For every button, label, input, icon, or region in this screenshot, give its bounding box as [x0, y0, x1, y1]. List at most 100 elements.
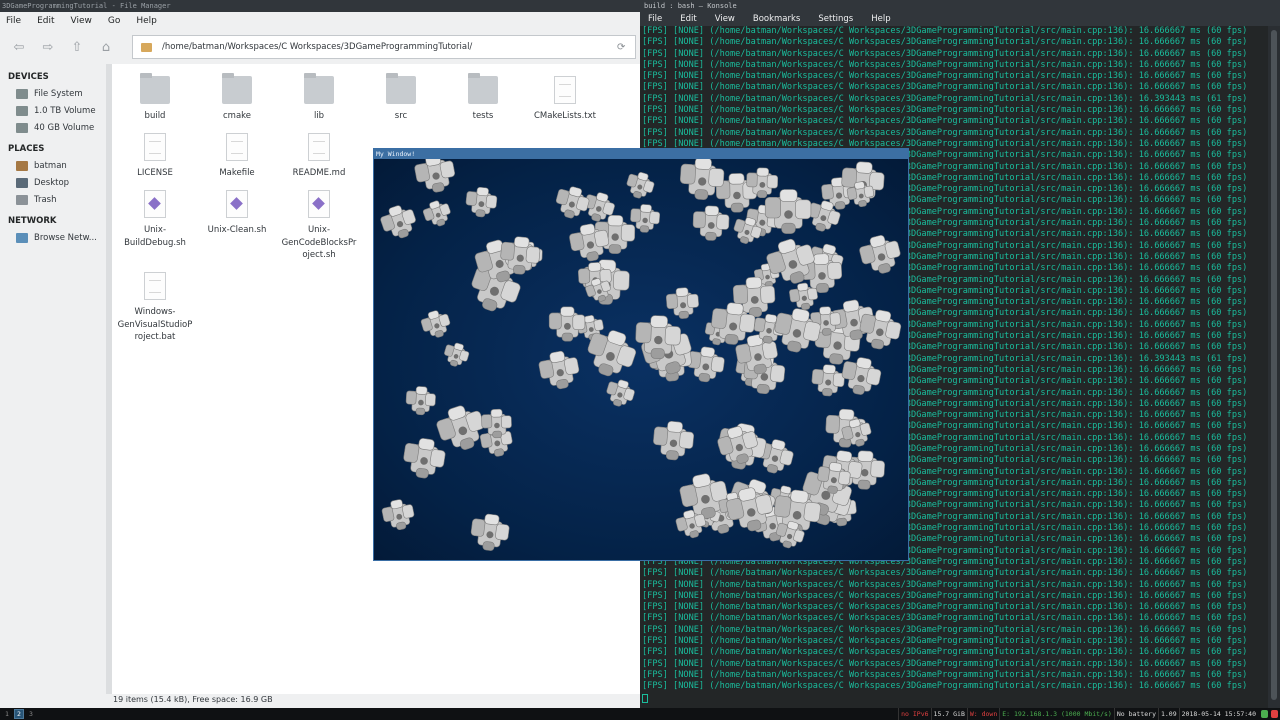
- file-item-unix-clean[interactable]: Unix-Clean.sh: [196, 190, 278, 237]
- workspace-button[interactable]: 1: [2, 709, 12, 719]
- sidebar-item-label: File System: [34, 88, 83, 99]
- file-name: LICENSE: [137, 168, 173, 178]
- file-item-license[interactable]: LICENSE: [114, 133, 196, 180]
- sidebar-item-desktop[interactable]: Desktop: [0, 174, 106, 191]
- rendered-meshes: [380, 159, 902, 551]
- terminal-line: [FPS] [NONE] (/home/batman/Workspaces/C …: [642, 579, 1248, 590]
- file-name: tests: [472, 111, 494, 121]
- menu-view[interactable]: View: [711, 14, 739, 24]
- terminal-line: [FPS] [NONE] (/home/batman/Workspaces/C …: [642, 48, 1248, 59]
- address-bar[interactable]: /home/batman/Workspaces/C Workspaces/3DG…: [132, 35, 636, 59]
- sidebar-item-trash[interactable]: Trash: [0, 191, 106, 208]
- terminal-scrollbar[interactable]: [1268, 26, 1280, 708]
- sidebar-header-devices: DEVICES: [8, 72, 49, 82]
- menu-view[interactable]: View: [69, 16, 94, 26]
- terminal-line: [FPS] [NONE] (/home/batman/Workspaces/C …: [642, 624, 1248, 635]
- file-name: README.md: [292, 168, 346, 178]
- gl-window-title[interactable]: My Window!: [374, 149, 908, 159]
- reload-icon[interactable]: ⟳: [617, 42, 635, 53]
- file-name: Unix-Clean.sh: [207, 225, 267, 235]
- file-item-unix-builddebug[interactable]: Unix- BuildDebug.sh: [114, 190, 196, 249]
- mesh-object: [444, 342, 470, 367]
- sidebar-item-home[interactable]: batman: [0, 157, 106, 174]
- terminal-line: [FPS] [NONE] (/home/batman/Workspaces/C …: [642, 105, 1248, 116]
- mesh-object: [692, 205, 730, 241]
- drive-icon: [16, 105, 28, 116]
- workspace-button[interactable]: 3: [26, 709, 36, 719]
- scrollbar-thumb[interactable]: [1271, 30, 1277, 700]
- text-file-icon: [144, 133, 166, 161]
- menu-file[interactable]: File: [4, 16, 23, 26]
- file-item-cmakelists[interactable]: CMakeLists.txt: [524, 76, 606, 123]
- mesh-object: [548, 306, 586, 342]
- mesh-object: [555, 186, 590, 219]
- file-item-src[interactable]: src: [360, 73, 442, 123]
- menu-help[interactable]: Help: [867, 14, 894, 24]
- terminal-line: [FPS] [NONE] (/home/batman/Workspaces/C …: [642, 681, 1248, 692]
- file-item-makefile[interactable]: Makefile: [196, 133, 278, 180]
- network-icon: [16, 232, 28, 243]
- back-arrow-icon[interactable]: ⇦: [8, 36, 30, 58]
- file-item-cmake[interactable]: cmake: [196, 73, 278, 123]
- drive-icon: [16, 88, 28, 99]
- menu-go[interactable]: Go: [106, 16, 122, 26]
- menu-help[interactable]: Help: [134, 16, 159, 26]
- sidebar-item-1tb-volume[interactable]: 1.0 TB Volume: [0, 102, 106, 119]
- tray-status-item: No battery: [1113, 708, 1158, 720]
- folder-icon: [386, 73, 416, 104]
- tray-icon[interactable]: [1271, 710, 1278, 718]
- konsole-menubar: File Edit View Bookmarks Settings Help: [640, 12, 1280, 26]
- tray-status-item: no IPv6: [898, 708, 930, 720]
- mesh-object: [414, 159, 456, 193]
- tray-status-item: 1.09: [1157, 708, 1179, 720]
- file-item-windows-genvs[interactable]: Windows- GenVisualStudioP roject.bat: [114, 272, 196, 344]
- home-icon: [16, 160, 28, 171]
- trash-icon: [16, 194, 28, 205]
- menu-bookmarks[interactable]: Bookmarks: [749, 14, 805, 24]
- folder-icon: [222, 73, 252, 104]
- up-arrow-icon[interactable]: ⇧: [66, 36, 88, 58]
- menu-file[interactable]: File: [644, 14, 666, 24]
- home-icon[interactable]: ⌂: [95, 36, 117, 58]
- forward-arrow-icon[interactable]: ⇨: [37, 36, 59, 58]
- sidebar-item-label: 40 GB Volume: [34, 122, 95, 133]
- terminal-line: [FPS] [NONE] (/home/batman/Workspaces/C …: [642, 568, 1248, 579]
- file-item-lib[interactable]: lib: [278, 73, 360, 123]
- terminal-line: [FPS] [NONE] (/home/batman/Workspaces/C …: [642, 590, 1248, 601]
- sidebar-item-browse-network[interactable]: Browse Netw...: [0, 229, 106, 246]
- sidebar-item-40gb-volume[interactable]: 40 GB Volume: [0, 119, 106, 136]
- file-name-line: GenCodeBlocksPr: [281, 237, 357, 248]
- sidebar-item-label: batman: [34, 160, 67, 171]
- menu-edit[interactable]: Edit: [676, 14, 700, 24]
- file-item-unix-gencodeblocks[interactable]: Unix- GenCodeBlocksPr oject.sh: [278, 190, 360, 262]
- script-file-icon: [308, 190, 330, 218]
- gl-render-canvas[interactable]: [374, 159, 908, 560]
- menu-edit[interactable]: Edit: [35, 16, 56, 26]
- terminal-line: [FPS] [NONE] (/home/batman/Workspaces/C …: [642, 647, 1248, 658]
- sidebar-item-label: Browse Netw...: [34, 232, 97, 243]
- file-name: cmake: [222, 111, 251, 121]
- status-bar: 19 items (15.4 kB), Free space: 16.9 GB: [112, 694, 640, 708]
- file-item-tests[interactable]: tests: [442, 73, 524, 123]
- terminal-line: [FPS] [NONE] (/home/batman/Workspaces/C …: [642, 26, 1248, 36]
- workspace-button[interactable]: 2: [14, 709, 24, 719]
- file-item-readme[interactable]: README.md: [278, 133, 360, 180]
- file-name-line: oject.sh: [302, 250, 336, 260]
- file-name-line: Unix-: [307, 225, 331, 235]
- desktop-icon: [16, 177, 28, 188]
- terminal-line: [FPS] [NONE] (/home/batman/Workspaces/C …: [642, 658, 1248, 669]
- mesh-object: [653, 421, 695, 461]
- folder-icon: [304, 73, 334, 104]
- terminal-line: [FPS] [NONE] (/home/batman/Workspaces/C …: [642, 127, 1248, 138]
- sidebar-item-file-system[interactable]: File System: [0, 85, 106, 102]
- menu-settings[interactable]: Settings: [814, 14, 857, 24]
- mesh-object: [665, 287, 699, 319]
- terminal-line: [FPS] [NONE] (/home/batman/Workspaces/C …: [642, 71, 1248, 82]
- drive-icon: [16, 122, 28, 133]
- tray-icon[interactable]: [1261, 710, 1268, 718]
- tray-status-item: 2018-05-14 15:57:40: [1178, 708, 1258, 720]
- address-path: /home/batman/Workspaces/C Workspaces/3DG…: [162, 42, 473, 52]
- file-item-build[interactable]: build: [114, 73, 196, 123]
- terminal-line: [FPS] [NONE] (/home/batman/Workspaces/C …: [642, 602, 1248, 613]
- terminal-line: [FPS] [NONE] (/home/batman/Workspaces/C …: [642, 93, 1248, 104]
